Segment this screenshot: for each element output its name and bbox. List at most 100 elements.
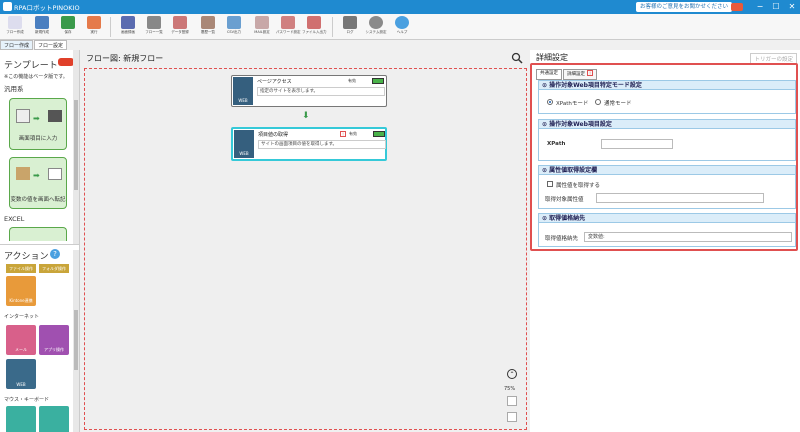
tab-flow-settings[interactable]: フロー設定 (34, 40, 68, 50)
section-header[interactable]: ⊙ 属性値取得設定欄 (539, 166, 795, 175)
help-icon (395, 16, 409, 29)
enable-toggle[interactable] (373, 131, 385, 137)
internet-heading: インターネット (4, 314, 40, 320)
node-description: 指定のサイトを表示します。 (257, 87, 385, 96)
close-button[interactable]: ✕ (784, 0, 800, 14)
template-card-excel[interactable] (9, 227, 67, 241)
flow-title: フロー図: 新規フロー (86, 54, 164, 63)
keyboard-action[interactable] (39, 406, 69, 432)
search-icon[interactable] (511, 52, 523, 64)
template-card-label: 変数の値を画面へ転記 (10, 197, 66, 203)
divider (0, 244, 79, 245)
warning-icon: ! (587, 70, 593, 76)
node-state: 有効 (348, 78, 356, 83)
password-button[interactable]: パスワード設定 (276, 16, 301, 40)
zoom-level: 75% (504, 386, 516, 392)
history-button[interactable]: 履歴一覧 (196, 16, 220, 40)
section-attribute-settings: ⊙ 属性値取得設定欄 属性値を取得する 取得対象属性値 (538, 165, 796, 209)
left-panel: テンプレート ※この機能はベータ版です。 汎用系 ➡ 画面項目に入力 ➡ 変数の… (0, 50, 80, 432)
screen-icon (16, 109, 30, 123)
run-button[interactable]: 実行 (82, 16, 106, 40)
flow-node[interactable]: WEB ページアクセス 有効 指定のサイトを表示します。 (231, 75, 387, 107)
list-icon (147, 16, 161, 29)
new-badge-icon (58, 58, 74, 66)
file-ops-button[interactable]: ファイル操作 (6, 264, 36, 273)
template-title: テンプレート (4, 61, 58, 71)
gear-icon (369, 16, 383, 29)
section-header[interactable]: ⊙ 操作対象Web項目設定 (539, 120, 795, 129)
screen-record-button[interactable]: 画面録画 (116, 16, 140, 40)
xpath-input[interactable] (601, 139, 673, 149)
detail-title: 詳細設定 (536, 53, 568, 62)
box-icon (16, 167, 30, 180)
node-title: ページアクセス (257, 79, 292, 85)
action-scrollbar[interactable] (73, 250, 79, 432)
web-action[interactable]: WEB (6, 359, 36, 389)
tab-common-settings[interactable]: 共通設定 (536, 69, 562, 80)
xpath-label: XPath (547, 141, 566, 147)
app-ops-action[interactable]: アプリ操作 (39, 325, 69, 355)
file-io-icon (307, 16, 321, 29)
flow-create-button[interactable]: フロー作成 (3, 16, 27, 40)
notification-icon[interactable] (731, 3, 743, 11)
kintone-action[interactable]: Kintone連携 (6, 276, 36, 306)
template-scrollbar[interactable] (73, 50, 79, 245)
csv-icon (227, 16, 241, 29)
toolbar: フロー作成 新規作成 保存 実行 画面録画 フロー一覧 データ登録 履歴一覧 C… (0, 14, 800, 40)
mail-action[interactable]: メール (6, 325, 36, 355)
normal-mode-label: 通常モード (604, 101, 632, 107)
flow-canvas[interactable]: WEB ページアクセス 有効 指定のサイトを表示します。 ⬇ WEB 項目値の取… (84, 68, 527, 430)
help-button[interactable]: ヘルプ (390, 16, 414, 40)
template-card-transfer[interactable]: ➡ 変数の値を画面へ転記 (9, 157, 67, 209)
section-destination: ⊙ 取得値格納先 取得値格納先 変数値: (538, 213, 796, 247)
keyboard-icon (48, 110, 62, 122)
screen-icon (48, 168, 62, 180)
scroll-up-button[interactable] (507, 396, 517, 406)
help-icon[interactable]: ? (50, 249, 60, 259)
minimize-button[interactable]: − (752, 0, 768, 14)
title-bar: RPAロボットPINOKIO お客様のご意見をお聞かせください − ☐ ✕ (0, 0, 800, 14)
zoom-up-icon[interactable]: ⌃ (507, 369, 517, 379)
flow-list-button[interactable]: フロー一覧 (142, 16, 166, 40)
normal-mode-radio[interactable] (595, 99, 601, 105)
enable-toggle[interactable] (372, 78, 384, 84)
tab-detail-settings[interactable]: 詳細設定! (563, 69, 597, 80)
attribute-label: 取得対象属性値 (545, 197, 584, 203)
system-settings-button[interactable]: システム設定 (364, 16, 388, 40)
new-button[interactable]: 新規作成 (30, 16, 54, 40)
get-attribute-checkbox[interactable] (547, 181, 553, 187)
password-icon (281, 16, 295, 29)
tab-flow-create[interactable]: フロー作成 (0, 40, 34, 50)
file-io-button[interactable]: ファイル入出力 (302, 16, 327, 40)
log-button[interactable]: ログ (338, 16, 362, 40)
feedback-button[interactable]: お客様のご意見をお聞かせください (636, 2, 733, 12)
scroll-down-button[interactable] (507, 412, 517, 422)
flow-panel: フロー図: 新規フロー WEB ページアクセス 有効 指定のサイトを表示します。… (81, 50, 530, 432)
database-icon (173, 16, 187, 29)
arrow-down-icon: ⬇ (302, 111, 310, 121)
new-file-icon (35, 16, 49, 29)
folder-ops-button[interactable]: フォルダ操作 (39, 264, 69, 273)
action-title: アクション (4, 252, 49, 262)
box-icon (201, 16, 215, 29)
section-header[interactable]: ⊙ 取得値格納先 (539, 214, 795, 223)
xpath-mode-radio[interactable] (547, 99, 553, 105)
section-header[interactable]: ⊙ 操作対象Web項目特定モード設定 (539, 81, 795, 90)
web-icon: WEB (234, 130, 254, 158)
attribute-input[interactable] (596, 193, 764, 203)
maximize-button[interactable]: ☐ (768, 0, 784, 14)
destination-label: 取得値格納先 (545, 236, 579, 242)
csv-button[interactable]: CSV出力 (222, 16, 246, 40)
warning-icon: ! (340, 131, 346, 137)
save-button[interactable]: 保存 (56, 16, 80, 40)
flow-node-selected[interactable]: WEB 項目値の取得 ! 有効 サイトの画面項目の値を取得します。 (231, 127, 387, 161)
mail-button[interactable]: MAIL設定 (250, 16, 274, 40)
play-icon (87, 16, 101, 29)
toolbar-divider (332, 17, 333, 37)
destination-input[interactable]: 変数値: (584, 232, 792, 242)
node-description: サイトの画面項目の値を取得します。 (258, 140, 386, 149)
template-card-input[interactable]: ➡ 画面項目に入力 (9, 98, 67, 150)
mouse-action[interactable] (6, 406, 36, 432)
data-register-button[interactable]: データ登録 (168, 16, 192, 40)
arrow-icon: ➡ (33, 114, 40, 123)
